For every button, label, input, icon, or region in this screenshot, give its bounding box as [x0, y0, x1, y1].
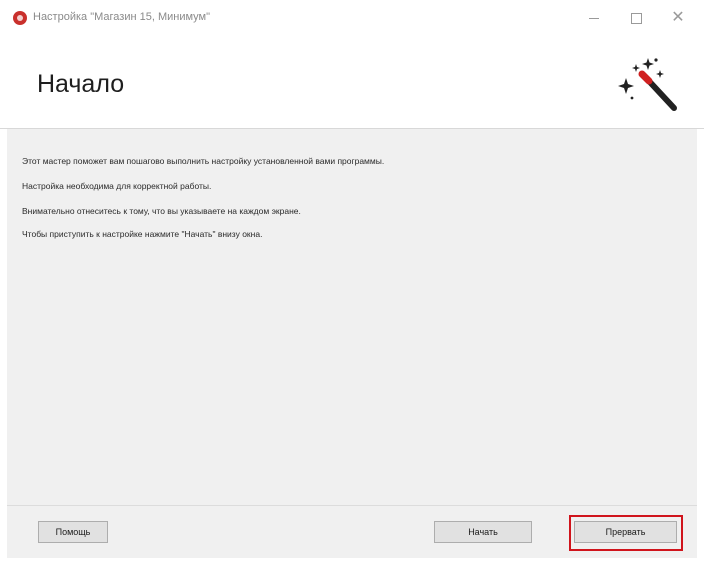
maximize-button[interactable] — [616, 4, 656, 32]
maximize-icon — [630, 12, 642, 24]
wizard-header: Начало — [0, 36, 704, 129]
title-bar: Настройка "Магазин 15, Минимум" ✕ — [0, 0, 704, 36]
help-button[interactable]: Помощь — [38, 521, 108, 543]
app-icon — [13, 11, 27, 25]
start-button[interactable]: Начать — [434, 521, 532, 543]
intro-text-line: Чтобы приступить к настройке нажмите "На… — [22, 229, 263, 239]
minimize-icon — [589, 17, 599, 19]
abort-button[interactable]: Прервать — [574, 521, 677, 543]
intro-text-line: Внимательно отнеситесь к тому, что вы ук… — [22, 206, 301, 216]
minimize-button[interactable] — [574, 4, 614, 32]
close-button[interactable]: ✕ — [658, 4, 698, 32]
close-icon: ✕ — [671, 9, 685, 26]
page-title: Начало — [37, 70, 125, 98]
magic-wand-icon — [618, 58, 677, 111]
wizard-content: Этот мастер поможет вам пошагово выполни… — [7, 129, 697, 505]
intro-text-line: Этот мастер поможет вам пошагово выполни… — [22, 156, 385, 166]
window-title: Настройка "Магазин 15, Минимум" — [33, 11, 211, 23]
intro-text-line: Настройка необходима для корректной рабо… — [22, 181, 212, 191]
setup-wizard-window: Настройка "Магазин 15, Минимум" ✕ Начало — [0, 0, 704, 562]
wizard-footer: Помощь Начать Прервать — [7, 505, 697, 558]
